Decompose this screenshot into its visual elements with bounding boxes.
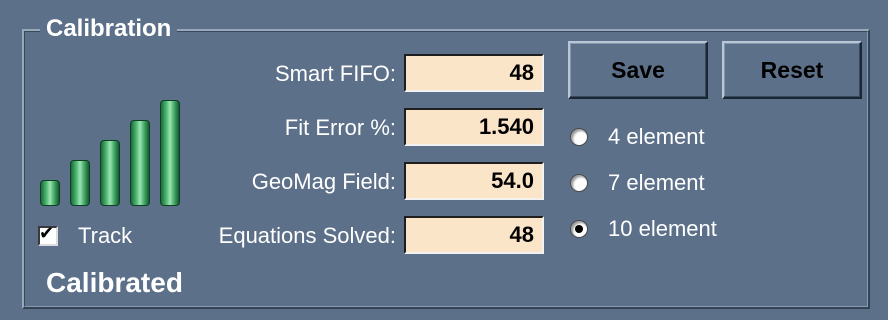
save-button[interactable]: Save (568, 41, 708, 99)
radio-7-element[interactable]: 7 element (570, 167, 705, 199)
geomag-field-field[interactable]: 54.0 (404, 162, 544, 200)
radio-button-icon[interactable] (570, 128, 588, 146)
radio-4-element-label: 4 element (608, 124, 705, 149)
checkmark-icon: ✔ (39, 223, 55, 244)
radio-7-element-label: 7 element (608, 170, 705, 195)
signal-bar-2 (70, 160, 90, 206)
group-title: Calibration (40, 14, 178, 44)
smart-fifo-label: Smart FIFO: (275, 61, 396, 86)
radio-4-element[interactable]: 4 element (570, 121, 705, 153)
radio-button-selected-icon[interactable] (570, 220, 588, 238)
reset-button[interactable]: Reset (722, 41, 862, 99)
fit-error-label: Fit Error %: (284, 115, 396, 140)
radio-10-element-label: 10 element (608, 216, 717, 241)
radio-10-element[interactable]: 10 element (570, 213, 717, 245)
signal-bar-4 (130, 120, 150, 206)
equations-solved-field[interactable]: 48 (404, 216, 544, 254)
track-label[interactable]: Track (78, 222, 132, 250)
equations-solved-label: Equations Solved: (218, 223, 396, 248)
signal-bar-1 (40, 180, 60, 206)
calibration-panel: Calibration Smart FIFO: 48 Fit Error %: … (0, 0, 888, 320)
smart-fifo-field[interactable]: 48 (404, 54, 544, 92)
geomag-field-label: GeoMag Field: (251, 169, 396, 194)
signal-bar-5 (160, 100, 180, 206)
radio-button-icon[interactable] (570, 174, 588, 192)
calibration-status: Calibrated (46, 267, 183, 298)
fit-error-field[interactable]: 1.540 (404, 108, 544, 146)
track-checkbox[interactable]: ✔ (38, 223, 58, 246)
radio-dot (575, 225, 583, 233)
signal-bar-3 (100, 140, 120, 206)
